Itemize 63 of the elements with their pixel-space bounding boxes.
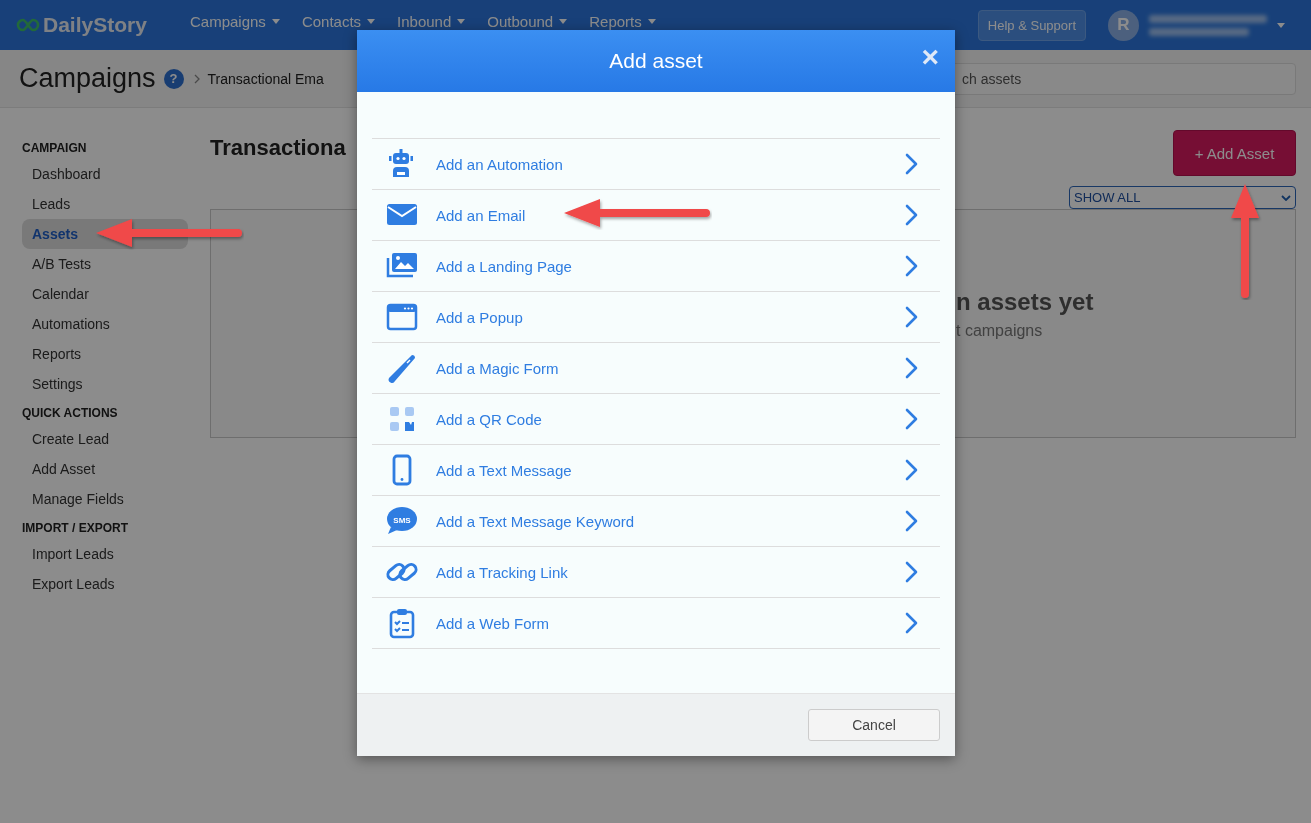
caret-icon [559,18,568,24]
chevron-right-icon [904,612,918,634]
asset-option[interactable]: Add a Tracking Link [372,547,940,598]
sidebar-item[interactable]: Settings [22,369,188,399]
cancel-button[interactable]: Cancel [808,709,940,741]
sidebar-item[interactable]: A/B Tests [22,249,188,279]
nav-menu[interactable]: Reports [589,8,656,34]
nav-menu[interactable]: Outbound [487,8,568,34]
asset-option[interactable]: Add an Automation [372,139,940,190]
nav-menu[interactable]: Inbound [397,8,466,34]
sidebar-item[interactable]: Import Leads [22,539,188,569]
chevron-right-icon [904,153,918,175]
sidebar-item[interactable]: Export Leads [22,569,188,599]
breadcrumb[interactable]: Transactional Ema [207,70,324,87]
chevron-right-icon [904,204,918,226]
asset-option[interactable]: Add a QR Code [372,394,940,445]
close-button[interactable]: × [921,42,939,72]
chevron-icon [193,73,200,84]
sidebar-item[interactable]: Manage Fields [22,484,188,514]
window-icon [386,301,418,333]
sidebar-item[interactable]: Calendar [22,279,188,309]
caret-icon [647,18,656,24]
asset-option[interactable]: Add a Web Form [372,598,940,649]
sidebar-item[interactable]: Add Asset [22,454,188,484]
chevron-right-icon [904,306,918,328]
sidebar-item[interactable]: Leads [22,189,188,219]
dialog-title: Add asset [609,49,703,73]
campaign-title: Transactiona [210,135,346,161]
nav-menu[interactable]: Contacts [301,8,376,34]
sidebar-item[interactable]: Dashboard [22,159,188,189]
chevron-right-icon [904,510,918,532]
asset-option[interactable]: Add a Magic Form [372,343,940,394]
help-button[interactable]: Help & Support [977,9,1086,41]
chevron-right-icon [904,459,918,481]
sidebar-item[interactable]: Reports [22,339,188,369]
filter-dropdown[interactable]: SHOW ALL [1069,186,1296,209]
logo-icon [16,18,40,32]
chevron-right-icon [904,561,918,583]
section-heading: CAMPAIGN [22,140,88,157]
chevron-right-icon [904,357,918,379]
sidebar-item[interactable]: Automations [22,309,188,339]
empty-text: t campaigns [956,321,1044,340]
chevron-down-icon [1281,194,1291,201]
section-heading: IMPORT / EXPORT [22,520,129,537]
caret-icon [457,18,466,24]
caret-icon [271,18,280,24]
asset-option[interactable]: Add a Text Message [372,445,940,496]
pen-icon [386,352,418,384]
chevron-right-icon [904,255,918,277]
caret-icon [1277,22,1285,28]
caret-icon [367,18,376,24]
asset-option[interactable]: Add a Landing Page [372,241,940,292]
page-title: Campaigns [19,63,156,94]
add-asset-button[interactable]: + Add Asset [1173,130,1296,176]
logo-text: DailyStory [43,13,147,37]
section-heading: QUICK ACTIONS [22,405,119,422]
sidebar-item[interactable]: Create Lead [22,424,188,454]
empty-title: n assets yet [956,287,1094,316]
nav-menu[interactable]: Campaigns [190,8,280,34]
chevron-right-icon [904,408,918,430]
help-icon[interactable]: ? [163,68,184,89]
asset-option[interactable]: Add a Popup [372,292,940,343]
asset-option[interactable]: SMS Add a Text Message Keyword [372,496,940,547]
